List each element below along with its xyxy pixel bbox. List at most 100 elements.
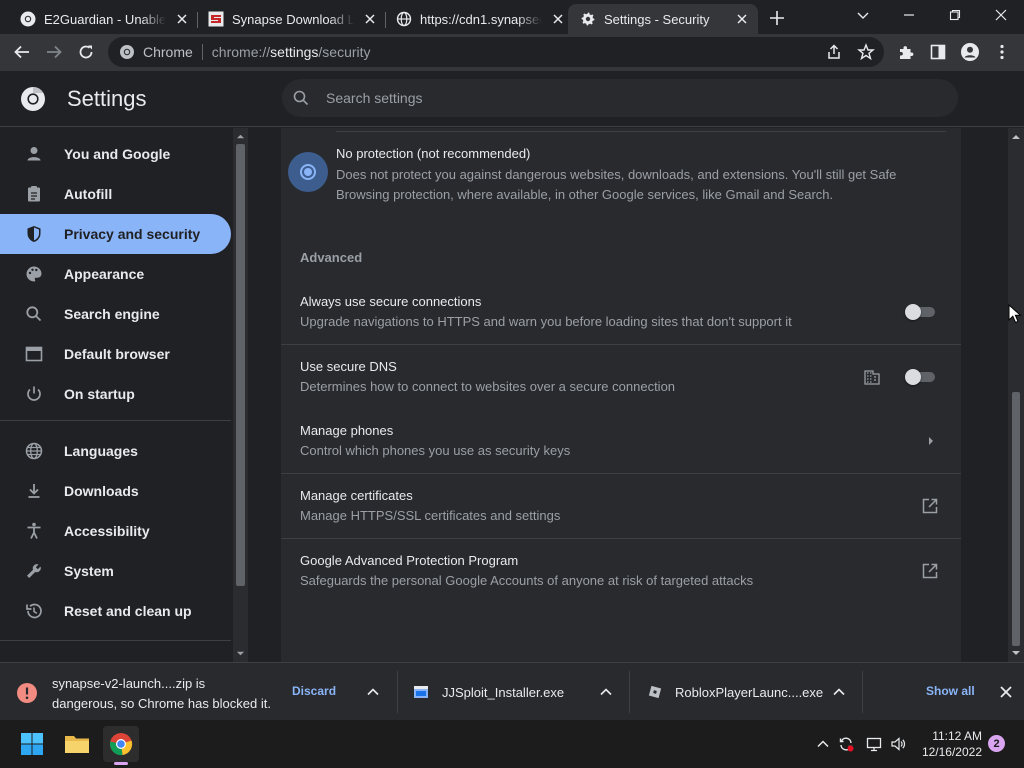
sidebar-item-appearance[interactable]: Appearance <box>0 254 231 294</box>
notification-badge[interactable]: 2 <box>988 735 1005 752</box>
chevron-up-icon[interactable] <box>599 685 613 699</box>
no-protection-option[interactable]: No protection (not recommended) Does not… <box>281 128 961 218</box>
menu-button[interactable] <box>990 40 1014 64</box>
file-explorer-button[interactable] <box>59 726 95 762</box>
side-panel-icon <box>930 44 946 60</box>
sidebar-item-you-and-google[interactable]: You and Google <box>0 134 231 174</box>
tab-search-button[interactable] <box>840 4 886 26</box>
sidebar-item-accessibility[interactable]: Accessibility <box>0 511 231 551</box>
sidebar-item-label: Privacy and security <box>64 226 201 242</box>
sidebar-item-search-engine[interactable]: Search engine <box>0 294 231 334</box>
main-scrollbar[interactable] <box>1008 128 1024 662</box>
sidebar-scrollbar[interactable] <box>233 128 248 662</box>
sidebar-item-autofill[interactable]: Autofill <box>0 174 231 214</box>
person-icon <box>27 147 41 161</box>
close-icon[interactable] <box>362 11 378 27</box>
search-box[interactable] <box>282 79 958 117</box>
share-button[interactable] <box>822 40 846 64</box>
radio-dot <box>304 168 312 176</box>
chevron-up-icon[interactable] <box>815 736 831 752</box>
tab-cdn-synapse[interactable]: https://cdn1.synapsecdn <box>384 4 574 34</box>
secure-dns-row[interactable]: Use secure DNS Determines how to connect… <box>281 344 961 409</box>
advanced-protection-row[interactable]: Google Advanced Protection Program Safeg… <box>281 538 961 603</box>
blocked-message-line: dangerous, so Chrome has blocked it. <box>52 696 271 711</box>
sync-alert-icon[interactable] <box>838 736 854 752</box>
profile-button[interactable] <box>958 40 982 64</box>
chevron-up-icon[interactable] <box>366 685 380 699</box>
download-separator <box>629 671 630 713</box>
external-link-icon[interactable] <box>921 562 939 580</box>
clipboard-icon <box>28 186 40 202</box>
no-protection-radio[interactable] <box>288 152 328 192</box>
external-link-icon[interactable] <box>921 497 939 515</box>
sidebar-item-reset-and-clean-up[interactable]: Reset and clean up <box>0 591 231 631</box>
secure-dns-toggle[interactable] <box>905 369 937 385</box>
close-window-button[interactable] <box>978 4 1024 26</box>
url-path: /security <box>318 44 371 60</box>
discard-button[interactable]: Discard <box>292 684 336 698</box>
start-button[interactable] <box>14 726 50 762</box>
chrome-site-icon[interactable] <box>119 44 135 60</box>
reload-button[interactable] <box>74 40 98 64</box>
side-panel-button[interactable] <box>926 40 950 64</box>
show-all-button[interactable]: Show all <box>926 684 975 698</box>
tab-synapse[interactable]: Synapse Download Late <box>196 4 386 34</box>
tab-e2guardian[interactable]: E2Guardian - Unable to <box>8 4 198 34</box>
minimize-button[interactable] <box>886 4 932 26</box>
volume-icon[interactable] <box>890 736 906 752</box>
wrench-icon <box>27 564 41 578</box>
download-icon <box>28 484 40 498</box>
sidebar-item-system[interactable]: System <box>0 551 231 591</box>
secure-connections-row[interactable]: Always use secure connections Upgrade na… <box>281 279 961 344</box>
restore-button[interactable] <box>932 4 978 26</box>
close-icon[interactable] <box>734 11 750 27</box>
forward-button[interactable] <box>42 40 66 64</box>
scroll-down-arrow-icon[interactable] <box>1011 648 1021 658</box>
close-icon[interactable] <box>550 11 566 27</box>
arrow-right-icon <box>47 45 62 59</box>
manage-certificates-row[interactable]: Manage certificates Manage HTTPS/SSL cer… <box>281 473 961 538</box>
sidebar-item-privacy-and-security[interactable]: Privacy and security <box>0 214 231 254</box>
clock-time[interactable]: 11:12 AM <box>920 729 982 743</box>
row-description: Control which phones you use as security… <box>300 443 571 458</box>
sidebar-item-languages[interactable]: Languages <box>0 431 231 471</box>
secure-connections-toggle[interactable] <box>905 304 937 320</box>
tab-title: Settings - Security <box>604 11 710 27</box>
address-bar[interactable]: Chrome chrome://settings/security <box>108 37 884 67</box>
manage-phones-row[interactable]: Manage phones Control which phones you u… <box>281 408 961 473</box>
download-separator <box>862 671 863 713</box>
accessibility-icon <box>27 522 41 539</box>
search-input[interactable] <box>326 90 886 106</box>
enterprise-icon[interactable] <box>863 368 881 386</box>
extensions-button[interactable] <box>894 40 918 64</box>
network-icon[interactable] <box>866 736 882 752</box>
chrome-taskbar-button[interactable] <box>103 726 139 762</box>
back-button[interactable] <box>10 40 34 64</box>
scrollbar-thumb[interactable] <box>1012 392 1020 646</box>
mouse-cursor-icon <box>1008 304 1022 324</box>
row-title: Google Advanced Protection Program <box>300 553 519 568</box>
scroll-up-arrow-icon[interactable] <box>1011 132 1021 142</box>
history-icon <box>26 603 42 619</box>
scrollbar-thumb[interactable] <box>236 144 245 586</box>
globe-icon <box>396 11 412 27</box>
row-description: Safeguards the personal Google Accounts … <box>300 573 754 588</box>
url-host: settings <box>270 44 319 60</box>
arrow-left-icon <box>14 45 29 59</box>
sidebar-item-on-startup[interactable]: On startup <box>0 374 231 414</box>
clock-date[interactable]: 12/16/2022 <box>914 745 982 759</box>
close-icon[interactable] <box>998 684 1014 700</box>
download-file-name[interactable]: JJSploit_Installer.exe <box>442 685 564 700</box>
installer-file-icon <box>414 686 428 698</box>
sidebar-item-default-browser[interactable]: Default browser <box>0 334 231 374</box>
bookmark-button[interactable] <box>854 40 878 64</box>
scroll-up-arrow-icon[interactable] <box>236 132 245 141</box>
security-card: No protection (not recommended) Does not… <box>281 128 961 662</box>
new-tab-icon[interactable] <box>766 7 788 29</box>
scroll-down-arrow-icon[interactable] <box>236 649 245 658</box>
download-file-name[interactable]: RobloxPlayerLaunc....exe <box>675 685 823 700</box>
close-icon[interactable] <box>174 11 190 27</box>
tab-settings-security[interactable]: Settings - Security <box>568 4 758 34</box>
chevron-up-icon[interactable] <box>832 685 846 699</box>
sidebar-item-downloads[interactable]: Downloads <box>0 471 231 511</box>
